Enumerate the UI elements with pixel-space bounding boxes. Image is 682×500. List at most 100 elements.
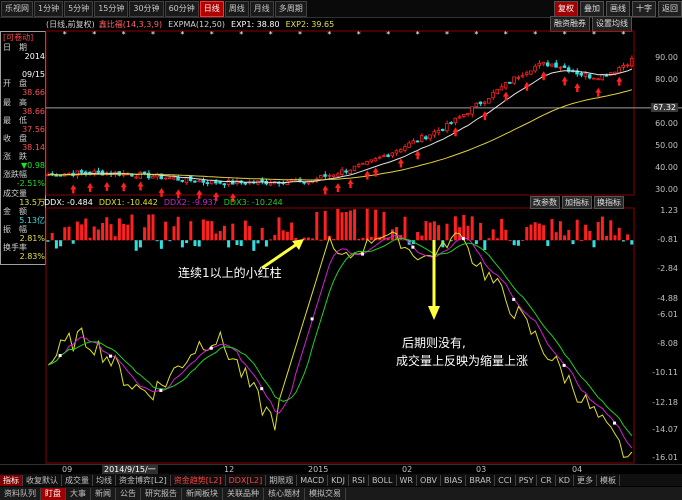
add-indicator-button[interactable]: 加指标 (562, 196, 592, 209)
ddx-bar (71, 240, 75, 244)
indicator-tab[interactable]: CCI (495, 474, 516, 486)
candle-body (554, 62, 558, 68)
indicator-tab[interactable]: KD (556, 474, 575, 486)
bottom-tab[interactable]: 研究报告 (141, 487, 182, 500)
candle-body (432, 131, 436, 136)
bottom-tab[interactable]: 新闻 (91, 487, 116, 500)
ddx-bar (218, 231, 222, 241)
candle-body (520, 75, 525, 78)
bottom-tab[interactable]: 大事 (66, 487, 91, 500)
candle-body (319, 175, 323, 179)
ddx-bar (231, 223, 235, 241)
bottom-tab-bar: 资料队列 盯盘 大事 新闻 公告 研究报告 新闻板块 关联品种 核心题材 模拟交易 (0, 487, 682, 500)
ddx-bar (420, 235, 424, 241)
indicator-tab[interactable]: RSI (349, 474, 369, 486)
buy-arrow-marker (87, 182, 94, 192)
indicator-tab[interactable]: BOLL (369, 474, 397, 486)
candle-body (205, 182, 210, 185)
change-param-button[interactable]: 改参数 (530, 196, 560, 209)
indicator-tab[interactable]: WR (397, 474, 417, 486)
ddx-bar (185, 240, 189, 244)
indicator-tab[interactable]: 指标 (0, 474, 23, 486)
ddx-bar (462, 214, 466, 241)
indicator-tab[interactable]: 均线 (93, 474, 116, 486)
buy-arrow-marker (616, 76, 623, 86)
bottom-tab[interactable]: 新闻板块 (182, 487, 223, 500)
indicator-tab[interactable]: MACD (297, 474, 329, 486)
bottom-tab[interactable]: 模拟交易 (305, 487, 346, 500)
candle-body (524, 72, 529, 75)
ddx-cross-marker (613, 421, 616, 425)
indicator-tab[interactable]: 更多 (574, 474, 598, 486)
ddx-bar (537, 223, 541, 241)
candle-body (499, 86, 504, 91)
date-label: 02 (402, 465, 413, 474)
ddx-bar (138, 240, 142, 248)
ddx-bar (147, 214, 151, 241)
candle-body (197, 180, 201, 183)
signal-star: * (621, 30, 625, 39)
ddx-bar (453, 216, 457, 241)
ddx-bar (516, 240, 520, 246)
ddx-bar (294, 237, 298, 241)
ddx-bar (235, 240, 239, 246)
ddx-bar (621, 240, 625, 242)
ddx-bar (210, 221, 214, 241)
candle-body (625, 64, 630, 67)
candle-body (478, 101, 483, 105)
indicator-tab[interactable]: OBV (417, 474, 441, 486)
exp2-line (48, 89, 633, 181)
candle-body (529, 70, 533, 75)
indicator-tab[interactable]: 期限观 (266, 474, 298, 486)
indicator-axis-label: -4.88 (657, 293, 678, 303)
candle-body (470, 106, 474, 115)
indicator-axis-label: -16.01 (652, 453, 678, 462)
indicator-axis-label: -0.81 (657, 235, 678, 245)
indicator-tab[interactable]: CR (537, 474, 556, 486)
signal-star: * (474, 30, 478, 39)
buy-arrow-marker (540, 71, 547, 81)
ddx-bar (563, 235, 567, 241)
ddx-bar (151, 214, 155, 241)
indicator-axis-label: -12.18 (652, 398, 678, 408)
ddx-bar (579, 240, 583, 242)
candle-body (587, 74, 592, 79)
indicator-tab[interactable]: BIAS (441, 474, 467, 486)
indicator-tab[interactable]: BRAR (466, 474, 496, 486)
ddx-bar (432, 221, 436, 241)
candle-body (142, 171, 147, 174)
bottom-tab[interactable]: 盯盘 (41, 487, 66, 500)
indicator-tab[interactable]: PSY (516, 474, 538, 486)
candle-body (176, 177, 180, 181)
indicator-tab[interactable]: 收复默认 (23, 474, 62, 486)
indicator-tab[interactable]: 模板 (597, 474, 621, 486)
bottom-tab[interactable]: 资料队列 (0, 487, 41, 500)
signal-star: * (151, 30, 155, 39)
ddx-bar (63, 227, 67, 241)
candle-body (466, 113, 470, 116)
indicator-tab[interactable]: 资金博弈[L2] (116, 474, 171, 486)
ddx-bar (105, 217, 109, 241)
ddx-bar (504, 229, 508, 241)
ddx-bar (243, 220, 247, 241)
chart-canvas[interactable]: * * * * * * * * * * * * * * * * * * * * (0, 0, 682, 500)
ddx-bar (495, 238, 499, 241)
candle-body (436, 130, 441, 134)
ddx-bar (584, 224, 588, 241)
bottom-tab[interactable]: 核心题材 (264, 487, 305, 500)
candle-body (453, 117, 457, 124)
bottom-tab[interactable]: 关联品种 (223, 487, 264, 500)
signal-star: * (386, 30, 390, 39)
ddx-bar (273, 234, 277, 241)
indicator-tab[interactable]: DDX[L2] (226, 474, 267, 486)
indicator-tab[interactable]: 资金趋势[L2] (171, 474, 226, 486)
ddx-bar (500, 218, 504, 241)
buy-arrow-marker (137, 181, 144, 191)
indicator-tab[interactable]: 成交量 (62, 474, 93, 486)
ddx-bar (336, 208, 340, 241)
indicator-axis-label: -8.08 (657, 339, 678, 349)
buy-arrow-marker (523, 81, 530, 91)
switch-indicator-button[interactable]: 换指标 (594, 196, 624, 209)
bottom-tab[interactable]: 公告 (116, 487, 141, 500)
indicator-tab[interactable]: KDJ (328, 474, 349, 486)
